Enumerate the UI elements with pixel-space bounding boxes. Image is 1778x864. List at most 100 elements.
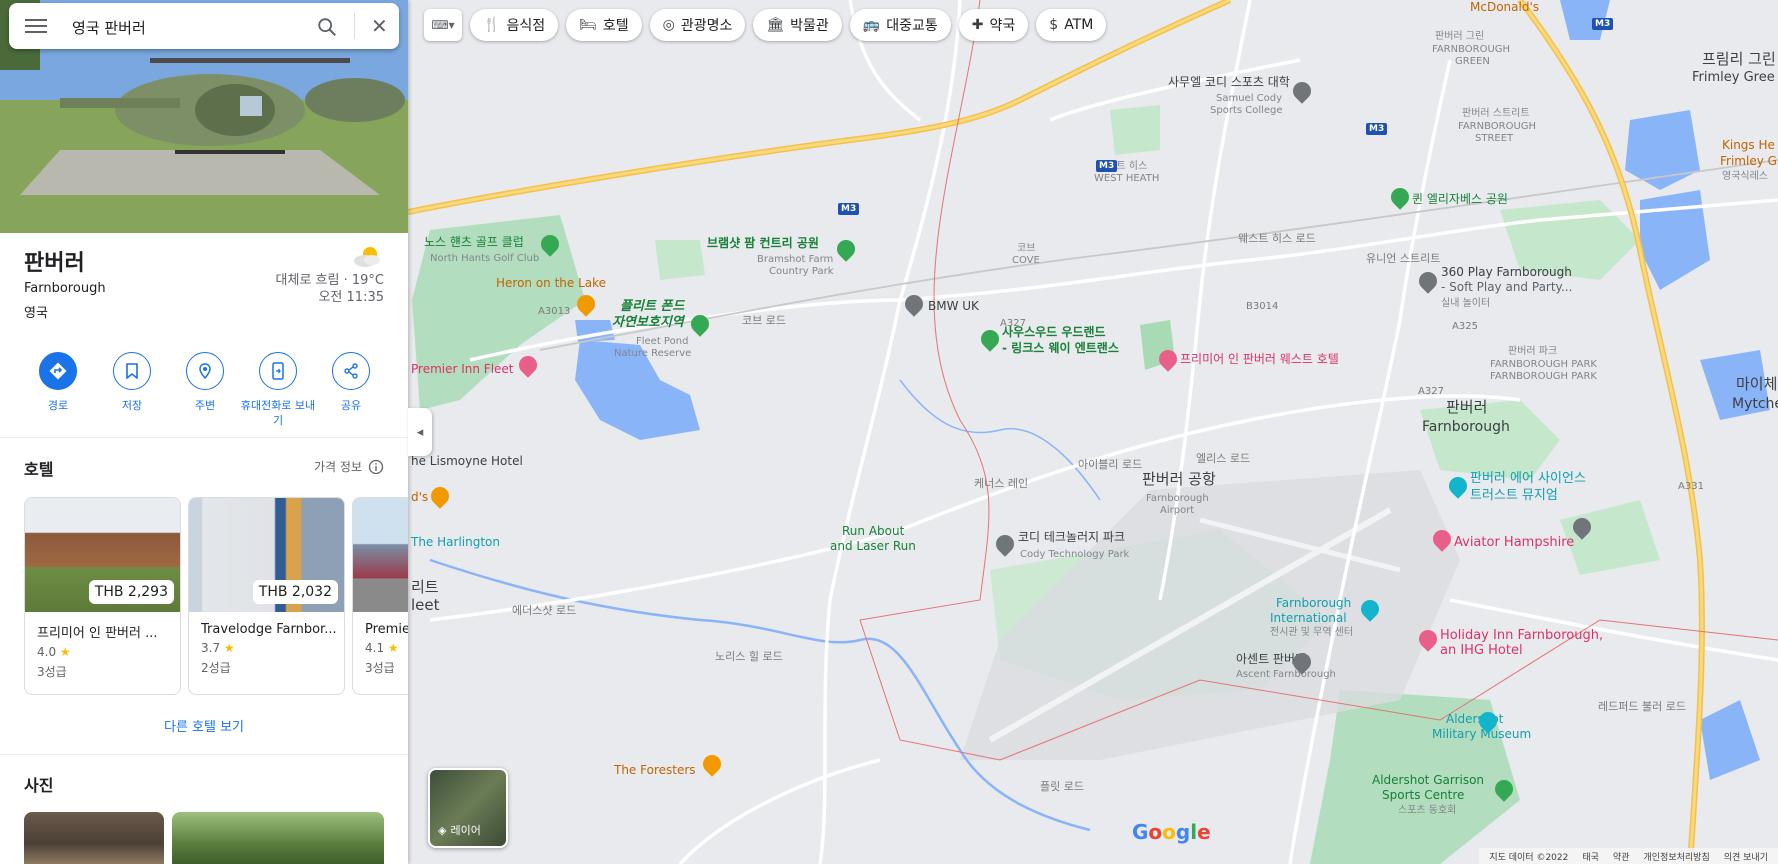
poi-label[interactable]: d's [411,490,428,504]
chip-atm[interactable]: $ ATM [1036,9,1107,41]
poi-label[interactable]: The Foresters [614,763,696,777]
venue-pin-icon[interactable] [1357,596,1383,624]
park-pin-icon[interactable] [1387,184,1413,212]
food-pin-icon[interactable] [427,483,453,511]
chip-pharmacy[interactable]: ✚ 약국 [958,9,1029,41]
poi-label[interactable]: Run About [842,524,904,538]
poi-label[interactable]: 코디 테크놀러지 파크 [1018,530,1125,544]
map-canvas[interactable]: M3 M3 M3 M3 [408,0,1778,864]
terms-link[interactable]: 약관 [1613,850,1630,863]
poi-label[interactable]: Heron on the Lake [496,276,606,290]
region-link[interactable]: 태국 [1582,850,1599,863]
place-label[interactable]: 판버러 공항 [1142,472,1216,487]
poi-label[interactable]: Holiday Inn Farnborough, [1440,629,1603,643]
poi-label[interactable]: - Soft Play and Party... [1441,280,1572,294]
chevron-left-icon: ◂ [416,424,424,440]
send-to-phone-button[interactable]: 휴대전화로 보내기 [240,352,316,428]
keyboard-toggle-button[interactable]: ⌨▾ [424,9,462,41]
poi-label[interactable]: 플리트 폰드 [620,300,684,314]
school-pin-icon[interactable] [1289,78,1315,106]
hotel-pin-icon[interactable] [1429,526,1455,554]
search-icon[interactable] [316,16,338,38]
poi-label[interactable]: The Harlington [411,535,500,549]
place-label: 마이체 [1736,375,1778,393]
chip-attractions[interactable]: ◎ 관광명소 [649,9,746,41]
chip-museums[interactable]: 🏛 박물관 [753,9,842,41]
poi-label[interactable]: Aldershot Garrison [1372,773,1484,787]
museum-pin-icon[interactable] [1445,473,1471,501]
poi-label-en: Ascent Farnborough [1236,669,1336,680]
place-pin-icon[interactable] [1289,649,1315,677]
poi-label[interactable]: Aviator Hampshire [1454,536,1574,550]
park-pin-icon[interactable] [687,311,713,339]
chip-restaurants[interactable]: 🍴 음식점 [470,9,559,41]
poi-label[interactable]: 노스 햰츠 골프 클럽 [424,235,524,249]
hotel-rating: 4.1 ★ [365,641,408,655]
place-pin-icon[interactable] [901,291,927,319]
road-label: A327 [1418,386,1444,397]
place-label: Farnborough [1422,419,1510,435]
poi-label[interactable]: 360 Play Farnborough [1441,265,1572,279]
menu-icon[interactable] [25,16,47,36]
poi-label[interactable]: Premier Inn Fleet [411,362,514,376]
directions-button[interactable]: 경로 [20,352,96,413]
photo-thumbnail[interactable] [172,812,384,864]
poi-label[interactable]: Sports Centre [1382,788,1464,802]
poi-label[interactable]: an IHG Hotel [1440,644,1523,658]
park-pin-icon[interactable] [977,326,1003,354]
photo-thumbnail[interactable] [24,812,164,864]
area-label: STREET [1475,133,1514,144]
poi-label[interactable]: 사무엘 코디 스포츠 대학 [1168,75,1290,89]
hotel-card[interactable]: Premier... 4.1 ★ 3성급 [352,497,408,695]
poi-label[interactable]: Frimley Gre [1720,154,1778,168]
poi-label[interactable]: and Laser Run [830,539,916,553]
save-button[interactable]: 저장 [94,352,170,413]
hotel-pin-icon[interactable] [515,352,541,380]
collapse-panel-button[interactable]: ◂ [408,408,432,456]
place-pin-icon[interactable] [992,531,1018,559]
close-icon[interactable]: ✕ [371,14,388,38]
search-box[interactable]: 영국 판버러 ✕ [9,3,399,49]
poi-label[interactable]: Kings He [1722,138,1775,152]
poi-label[interactable]: he Lismoyne Hotel [411,454,523,468]
poi-label[interactable]: - 링크스 웨이 엔트랜스 [1002,341,1119,355]
nearby-button[interactable]: 주변 [167,352,243,413]
poi-label[interactable]: McDonald's [1470,0,1539,14]
poi-label[interactable]: 판버러 에어 사이언스 [1470,472,1586,486]
more-hotels-link[interactable]: 다른 호텔 보기 [0,716,408,735]
price-info-button[interactable]: 가격 정보 [314,458,384,475]
poi-label[interactable]: International [1270,611,1347,625]
poi-label[interactable]: BMW UK [928,299,979,313]
poi-label[interactable]: 트러스트 뮤지엄 [1470,489,1558,503]
search-input[interactable]: 영국 판버러 [72,17,146,38]
poi-label[interactable]: 프리미어 인 판버러 웨스트 호텔 [1180,352,1339,366]
local-time: 오전 11:35 [318,290,384,305]
hotel-pin-icon[interactable] [1415,626,1441,654]
poi-label[interactable]: 브램샷 팜 컨트리 공원 [707,236,819,250]
school-pin-icon[interactable] [1569,514,1595,542]
place-country: 영국 [24,306,48,321]
museum-pin-icon[interactable] [1475,708,1501,736]
food-pin-icon[interactable] [699,751,725,779]
layers-button[interactable]: ◈ 레이어 [428,768,508,848]
road-shield: M3 [1592,18,1614,30]
privacy-link[interactable]: 개인정보처리방침 [1643,850,1709,863]
share-button[interactable]: 공유 [313,352,389,413]
hotel-card[interactable]: THB 2,293 프리미어 인 판버러 ... 4.0 ★ 3성급 [24,497,181,695]
chip-transit[interactable]: 🚌 대중교통 [849,9,951,41]
chip-hotels[interactable]: 🛏 호텔 [566,9,642,41]
poi-label[interactable]: 퀸 엘리자베스 공원 [1412,192,1508,206]
camera-icon: ◎ [662,17,675,33]
area-label: GREEN [1455,56,1490,67]
hotel-card[interactable]: THB 2,032 Travelodge Farnbor... 3.7 ★ 2성… [188,497,345,695]
feedback-link[interactable]: 의견 보내기 [1724,850,1768,863]
poi-label[interactable]: Farnborough [1276,596,1351,610]
hotel-pin-icon[interactable] [1155,346,1181,374]
place-pin-icon[interactable] [1415,268,1441,296]
golf-pin-icon[interactable] [537,231,563,259]
food-pin-icon[interactable] [573,291,599,319]
park-pin-icon[interactable] [833,236,859,264]
poi-label-en: Sports College [1210,105,1283,116]
poi-label[interactable]: 자연보호지역 [612,316,684,330]
sports-pin-icon[interactable] [1491,776,1517,804]
